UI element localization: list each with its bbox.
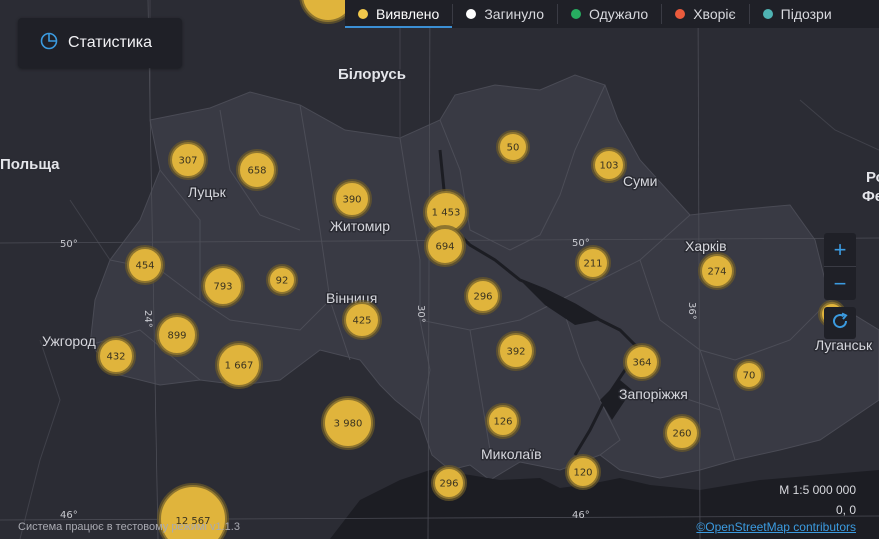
zoom-control: + − — [824, 233, 856, 300]
cluster-value: 658 — [247, 166, 266, 177]
city-label-zhytomyr: Житомир — [330, 218, 390, 234]
tab-detected[interactable]: Виявлено — [345, 0, 453, 28]
city-label-kharkiv: Харків — [685, 238, 727, 254]
cluster-value: 274 — [707, 267, 726, 278]
cluster-marker[interactable]: 103 — [591, 147, 627, 183]
zoom-in-button[interactable]: + — [824, 233, 856, 266]
cluster-marker[interactable]: 126 — [485, 403, 521, 439]
cluster-marker[interactable]: 296 — [431, 465, 467, 501]
lat-label-50-left: 50° — [60, 239, 78, 250]
refresh-icon — [830, 311, 850, 336]
cluster-marker[interactable]: 211 — [575, 245, 611, 281]
cluster-marker[interactable]: 1 667 — [215, 341, 263, 389]
attribution-link[interactable]: ©OpenStreetMap contributors — [696, 520, 856, 534]
teal-dot-icon — [762, 9, 773, 19]
cluster-marker[interactable]: 364 — [623, 343, 661, 381]
cluster-value: 50 — [507, 143, 520, 154]
tab-label: Одужало — [589, 6, 649, 22]
cluster-value: 3 980 — [334, 419, 363, 430]
cluster-value: 296 — [439, 479, 458, 490]
city-label-zaporizhzhia: Запоріжжя — [619, 386, 688, 402]
cluster-marker[interactable]: 296 — [464, 277, 502, 315]
cluster-marker[interactable]: 307 — [168, 140, 208, 180]
cluster-value: 364 — [632, 358, 651, 369]
zoom-out-button[interactable]: − — [824, 267, 856, 300]
cluster-value: 1 667 — [225, 361, 254, 372]
lon-label-24: 24° — [142, 310, 153, 328]
green-dot-icon — [571, 9, 582, 19]
map-scale: М 1:5 000 000 — [779, 483, 856, 497]
lon-label-30: 30° — [415, 305, 426, 323]
cluster-value: 260 — [672, 429, 691, 440]
cluster-value: 432 — [106, 352, 125, 363]
cluster-marker[interactable]: 694 — [424, 225, 466, 267]
tab-label: Загинуло — [484, 6, 545, 22]
lat-label-46-left: 46° — [60, 510, 78, 521]
city-label-sumy: Суми — [623, 173, 657, 189]
tab-recovered[interactable]: Одужало — [558, 0, 661, 28]
cluster-value: 120 — [573, 468, 592, 479]
statistics-button[interactable]: Статистика — [18, 18, 182, 68]
cluster-marker[interactable]: 3 980 — [321, 396, 375, 450]
cluster-marker[interactable]: 899 — [155, 313, 199, 357]
pie-chart-icon — [40, 32, 58, 55]
country-label-belarus: Білорусь — [338, 66, 406, 83]
minus-icon: − — [833, 270, 847, 296]
statistics-button-label: Статистика — [68, 34, 153, 51]
cluster-marker[interactable]: 793 — [201, 264, 245, 308]
cluster-marker[interactable]: 454 — [125, 245, 165, 285]
cluster-marker[interactable]: 70 — [733, 359, 765, 391]
city-label-luhansk: Луганськ — [815, 337, 873, 353]
country-label-russia-top: Ро — [866, 169, 879, 186]
city-label-uzhhorod: Ужгород — [42, 333, 96, 349]
reset-view-button[interactable] — [824, 307, 856, 339]
cursor-coordinates: 0, 0 — [835, 503, 856, 517]
cluster-value: 694 — [435, 242, 454, 253]
country-label-poland: Польща — [0, 156, 60, 173]
city-label-lutsk: Луцьк — [188, 184, 227, 200]
cluster-marker[interactable]: 392 — [496, 331, 536, 371]
lon-label-36: 36° — [686, 302, 697, 320]
cluster-value: 1 453 — [432, 208, 461, 219]
country-label-russia-bottom: Фе — [862, 188, 879, 205]
cluster-marker[interactable]: 260 — [663, 414, 701, 452]
version-notice: Система працює в тестовому режимі v1.1.3 — [18, 521, 240, 533]
lat-label-46-mid: 46° — [572, 510, 590, 521]
cluster-value: 390 — [342, 195, 361, 206]
tab-label: Хворіє — [693, 6, 736, 22]
cluster-marker[interactable]: 658 — [236, 149, 278, 191]
cluster-marker[interactable]: 92 — [266, 264, 298, 296]
white-dot-icon — [466, 9, 477, 19]
cluster-value: 454 — [135, 261, 154, 272]
cluster-marker[interactable]: 390 — [332, 179, 372, 219]
map-canvas[interactable]: 50° 50° 46° 46° 24° 30° 36° Білорусь Пол… — [0, 0, 879, 539]
cluster-value: 296 — [473, 292, 492, 303]
city-label-mykolaiv: Миколаїв — [481, 446, 542, 462]
yellow-dot-icon — [358, 9, 368, 19]
cluster-value: 103 — [599, 161, 618, 172]
tab-suspected[interactable]: Підозри — [750, 0, 845, 28]
cluster-marker[interactable]: 274 — [698, 252, 736, 290]
cluster-value: 392 — [506, 347, 525, 358]
cluster-value: 307 — [178, 156, 197, 167]
cluster-value: 425 — [352, 316, 371, 327]
cluster-value: 211 — [583, 259, 602, 270]
red-dot-icon — [675, 9, 686, 19]
cluster-marker[interactable]: 120 — [565, 454, 601, 490]
cluster-value: 70 — [743, 371, 756, 382]
cluster-value: 793 — [213, 282, 232, 293]
tab-label: Виявлено — [376, 6, 440, 22]
tab-died[interactable]: Загинуло — [453, 0, 557, 28]
cluster-value: 899 — [167, 331, 186, 342]
cluster-marker[interactable]: 432 — [96, 336, 136, 376]
cluster-value: 126 — [493, 417, 512, 428]
cluster-marker[interactable]: 425 — [342, 300, 382, 340]
cluster-marker[interactable]: 50 — [496, 130, 530, 164]
plus-icon: + — [833, 236, 847, 262]
metric-tabs: Виявлено Загинуло Одужало Хворіє Підозри — [345, 0, 879, 28]
cluster-value: 92 — [276, 276, 289, 287]
tab-sick[interactable]: Хворіє — [662, 0, 748, 28]
tab-label: Підозри — [780, 6, 832, 22]
